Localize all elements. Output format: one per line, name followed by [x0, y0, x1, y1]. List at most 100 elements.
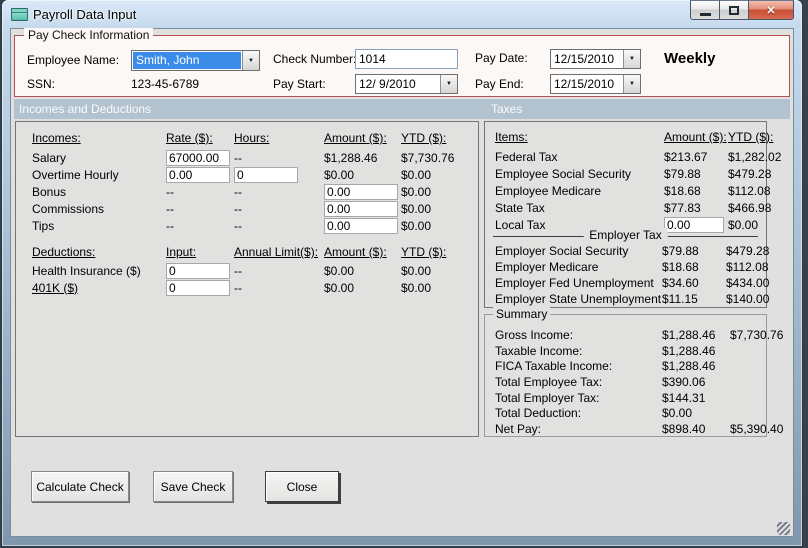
income-label: Bonus [32, 184, 67, 199]
col-hours: Hours: [234, 131, 270, 145]
summary-label: Net Pay: [495, 421, 542, 436]
close-button[interactable]: ✕ [748, 0, 794, 20]
commissions-amount-input[interactable] [324, 200, 398, 217]
summary-amount: $898.40 [662, 421, 706, 436]
income-amount: $1,288.46 [324, 150, 378, 165]
summary-row-taxable-income: Taxable Income: $1,288.46 [495, 343, 762, 359]
summary-row-total-employee-tax: Total Employee Tax: $390.06 [495, 374, 762, 390]
tax-label: Employer Social Security [495, 244, 629, 258]
summary-amount: $1,288.46 [662, 359, 716, 374]
tax-label: Employer Medicare [495, 260, 599, 274]
local-tax-input[interactable] [664, 216, 724, 233]
tax-amount: $11.15 [662, 292, 698, 306]
col-amount: Amount ($): [324, 245, 387, 259]
chevron-down-icon[interactable]: ▼ [440, 75, 457, 93]
tax-label: Employer Fed Unemployment [495, 276, 654, 290]
pay-end-value: 12/15/2010 [554, 77, 615, 91]
minimize-icon [699, 13, 711, 16]
tax-amount: $77.83 [664, 200, 701, 215]
maximize-icon [729, 5, 739, 15]
tax-row-employer-ss: Employer Social Security $79.88 $479.28 [493, 243, 769, 259]
dialog-client-area: Pay Check Information Employee Name: Smi… [10, 28, 794, 537]
tax-row-employee-medicare: Employee Medicare $18.68 $112.08 [495, 182, 771, 199]
income-amount: $0.00 [324, 167, 355, 182]
paycheck-info-group: Pay Check Information Employee Name: Smi… [14, 28, 790, 97]
tax-ytd: $479.28 [728, 166, 772, 181]
chevron-down-icon[interactable]: ▼ [242, 51, 259, 70]
overtime-rate-input[interactable] [166, 166, 230, 183]
pay-start-value: 12/ 9/2010 [359, 77, 416, 91]
income-ytd: $7,730.76 [401, 150, 455, 165]
income-row-overtime: Overtime Hourly $0.00 $0.00 [32, 166, 473, 183]
maximize-button[interactable] [720, 0, 748, 20]
resize-grip[interactable] [777, 522, 790, 535]
summary-label: Gross Income: [495, 327, 574, 342]
income-ytd: $0.00 [401, 184, 432, 199]
tax-amount: $18.68 [664, 183, 701, 198]
app-icon [11, 8, 28, 21]
employer-tax-group: Employer Tax Employer Social Security $7… [493, 228, 769, 307]
col-rate: Rate ($): [166, 131, 213, 145]
deductions-header-row: Deductions: Input: Annual Limit($): Amou… [32, 242, 473, 262]
employee-name-select[interactable]: Smith, John ▼ [131, 50, 260, 71]
calculate-check-button[interactable]: Calculate Check [31, 471, 129, 502]
summary-row-total-deduction: Total Deduction: $0.00 [495, 405, 762, 421]
col-ytd: YTD ($): [728, 130, 774, 144]
pay-start-label: Pay Start: [273, 77, 326, 91]
taxes-header-row: Items: Amount ($): YTD ($): [495, 128, 773, 148]
check-number-input[interactable] [355, 49, 458, 69]
tax-row-employer-state-unemployment: Employer State Unemployment $11.15 $140.… [493, 291, 769, 307]
summary-label: FICA Taxable Income: [495, 359, 613, 374]
pay-date-label: Pay Date: [475, 51, 528, 65]
col-deductions: Deductions: [32, 245, 96, 259]
income-rate: -- [166, 218, 174, 233]
section-header-bar: Incomes and Deductions Taxes [14, 99, 790, 119]
summary-amount: $0.00 [662, 406, 693, 421]
pay-start-select[interactable]: 12/ 9/2010 ▼ [355, 74, 458, 94]
employee-name-value: Smith, John [133, 52, 241, 69]
col-amount: Amount ($): [664, 130, 727, 144]
salary-rate-input[interactable] [166, 149, 230, 166]
title-bar[interactable]: Payroll Data Input ✕ [2, 0, 802, 28]
window-title: Payroll Data Input [33, 7, 137, 22]
pay-end-label: Pay End: [475, 77, 524, 91]
close-dialog-button[interactable]: Close [265, 471, 339, 502]
minimize-button[interactable] [690, 0, 720, 20]
overtime-hours-input[interactable] [234, 166, 298, 183]
summary-group: Summary Gross Income: $1,288.46 $7,730.7… [484, 307, 783, 437]
pay-end-select[interactable]: 12/15/2010 ▼ [550, 74, 641, 94]
deduction-label: Health Insurance ($) [32, 263, 141, 278]
tips-amount-input[interactable] [324, 217, 398, 234]
tax-ytd: $434.00 [726, 276, 770, 290]
summary-amount: $1,288.46 [662, 327, 716, 342]
window-controls: ✕ [690, 0, 794, 20]
income-hours: -- [234, 184, 242, 199]
tax-amount: $18.68 [662, 260, 699, 274]
income-label: Tips [32, 218, 55, 233]
401k-input[interactable] [166, 279, 230, 296]
tax-ytd: $466.98 [728, 200, 772, 215]
col-ytd: YTD ($): [401, 245, 447, 259]
payroll-window: Payroll Data Input ✕ Pay Check Informati… [2, 0, 802, 546]
tax-label: Employer State Unemployment [495, 292, 662, 306]
chevron-down-icon[interactable]: ▼ [623, 50, 640, 68]
summary-row-total-employer-tax: Total Employer Tax: $144.31 [495, 390, 762, 406]
summary-ytd: $5,390.40 [730, 421, 784, 436]
tax-ytd: $112.08 [728, 183, 771, 198]
deduction-401k-link[interactable]: 401K ($) [32, 281, 166, 295]
deduction-ytd: $0.00 [401, 263, 432, 278]
summary-legend: Summary [493, 307, 551, 321]
bonus-amount-input[interactable] [324, 183, 398, 200]
income-label: Salary [32, 150, 67, 165]
chevron-down-icon[interactable]: ▼ [623, 75, 640, 93]
tax-amount: $79.88 [662, 244, 699, 258]
taxes-panel: Items: Amount ($): YTD ($): Federal Tax … [484, 121, 781, 308]
health-insurance-input[interactable] [166, 262, 230, 279]
income-rate: -- [166, 184, 174, 199]
income-rate: -- [166, 201, 174, 216]
ssn-label: SSN: [27, 77, 56, 91]
tax-row-employee-ss: Employee Social Security $79.88 $479.28 [495, 165, 771, 182]
income-hours: -- [234, 150, 242, 165]
save-check-button[interactable]: Save Check [153, 471, 233, 502]
pay-date-select[interactable]: 12/15/2010 ▼ [550, 49, 641, 69]
